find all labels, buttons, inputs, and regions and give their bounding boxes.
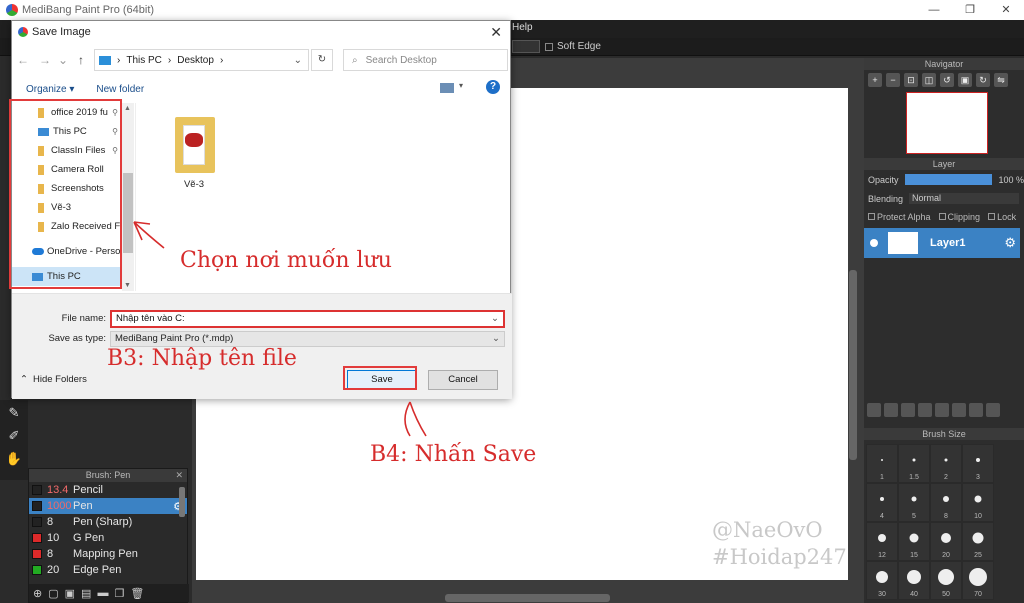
watermark-handle: @NaeOvO — [712, 518, 823, 542]
annotation-arrow-location — [133, 221, 165, 249]
annotation-arrow-save — [404, 401, 427, 437]
watermark-tag: #Hoidap247 — [712, 545, 847, 569]
annotation-arrows — [133, 221, 427, 437]
